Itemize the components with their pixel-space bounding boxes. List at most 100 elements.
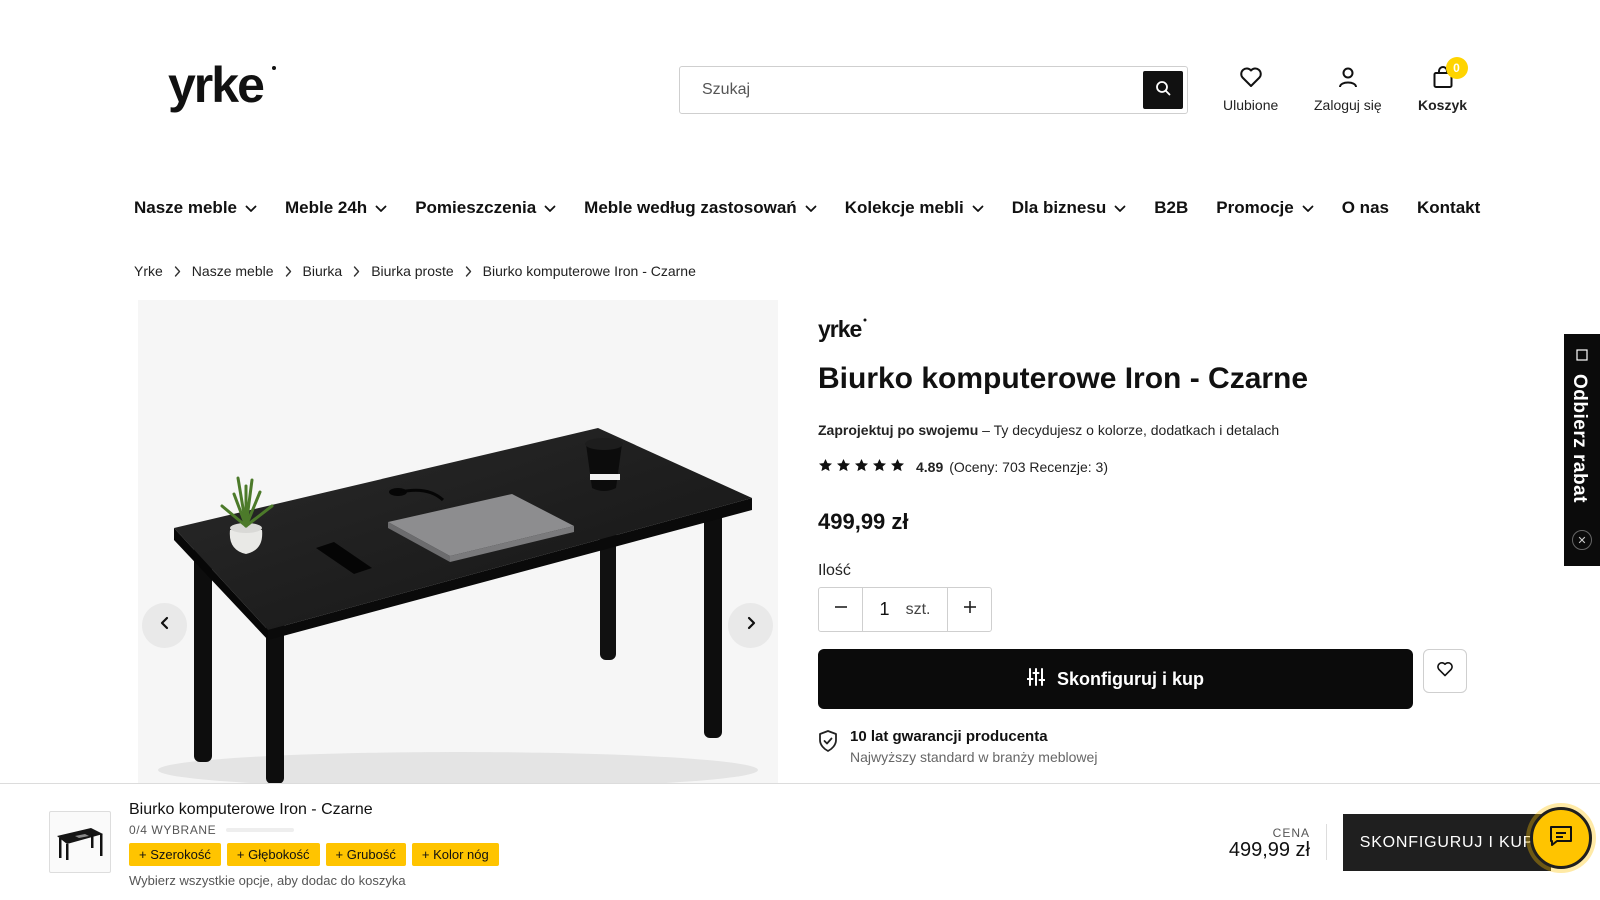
star-icon xyxy=(818,458,836,476)
chevron-left-icon xyxy=(159,616,171,635)
sticky-configure-button[interactable]: SKONFIGURUJ I KUP xyxy=(1343,814,1551,871)
nav-item[interactable]: Dla biznesu xyxy=(1012,198,1126,218)
selection-progress-bar xyxy=(226,828,295,832)
nav-item[interactable]: B2B xyxy=(1154,198,1188,218)
option-chip[interactable]: + Szerokość xyxy=(129,843,221,866)
nav-item[interactable]: Meble 24h xyxy=(285,198,387,218)
nav-item-label: O nas xyxy=(1341,198,1389,217)
heart-icon xyxy=(1239,66,1263,97)
nav-item[interactable]: Kontakt xyxy=(1417,198,1480,218)
product-subtitle-bold: Zaprojektuj po swojemu xyxy=(818,422,979,438)
breadcrumb-item[interactable]: Biurka proste xyxy=(371,263,453,279)
shield-check-icon xyxy=(818,730,838,765)
discount-tab-close-button[interactable]: ✕ xyxy=(1572,530,1592,550)
warranty-title: 10 lat gwarancji producenta xyxy=(850,728,1048,745)
sticky-purchase-bar: Biurko komputerowe Iron - Czarne 0/4 WYB… xyxy=(0,783,1600,900)
brand-logo-text: yrke xyxy=(818,316,862,342)
search-button[interactable] xyxy=(1143,71,1183,109)
option-chip[interactable]: + Głębokość xyxy=(226,843,320,866)
nav-item[interactable]: Nasze meble xyxy=(134,198,257,218)
nav-item-label: B2B xyxy=(1154,198,1189,217)
chevron-right-icon xyxy=(353,265,360,277)
configure-and-buy-button[interactable]: Skonfiguruj i kup xyxy=(818,649,1413,709)
nav-item-label: Meble według zastosowań xyxy=(584,198,797,217)
chat-icon xyxy=(1548,824,1574,853)
star-icon xyxy=(872,458,890,476)
favorites-link[interactable]: Ulubione xyxy=(1223,66,1278,113)
add-to-favorites-button[interactable] xyxy=(1423,649,1467,693)
gallery-prev-button[interactable] xyxy=(142,603,187,648)
option-chips: + Szerokość + Głębokość + Grubość + Kolor n… xyxy=(129,843,505,866)
nav-item[interactable]: Promocje xyxy=(1216,198,1314,218)
cart-link[interactable]: 0 Koszyk xyxy=(1418,57,1468,113)
cart-label: Koszyk xyxy=(1418,97,1468,113)
breadcrumb-item[interactable]: Nasze meble xyxy=(192,263,274,279)
product-image xyxy=(158,428,758,784)
star-icon xyxy=(854,458,872,476)
nav-item[interactable]: O nas xyxy=(1342,198,1389,218)
site-logo[interactable]: yrke xyxy=(168,57,280,118)
chevron-down-icon xyxy=(972,198,984,218)
discount-tab-label: Odbierz rabat xyxy=(1569,374,1590,503)
chevron-down-icon xyxy=(805,198,817,218)
brand-logo: yrke xyxy=(818,316,868,344)
product-rating[interactable]: 4.89 (Oceny: 703 Recenzje: 3) xyxy=(818,458,1108,476)
rating-stars xyxy=(818,458,908,476)
nav-item[interactable]: Kolekcje mebli xyxy=(845,198,984,218)
breadcrumb-item[interactable]: Biurka xyxy=(303,263,343,279)
rating-meta: (Oceny: 703 Recenzje: 3) xyxy=(949,459,1108,475)
option-chip[interactable]: + Grubość xyxy=(325,843,406,866)
quantity-increase-button[interactable] xyxy=(948,588,991,631)
search-input[interactable] xyxy=(702,67,1102,113)
chat-button[interactable] xyxy=(1530,807,1592,869)
quantity-value: 1 xyxy=(879,599,890,619)
chevron-down-icon xyxy=(375,198,387,218)
heart-icon xyxy=(1436,661,1454,682)
chevron-right-icon xyxy=(174,265,181,277)
nav-item[interactable]: Meble według zastosowań xyxy=(584,198,817,218)
nav-item-label: Nasze meble xyxy=(134,198,237,217)
login-label: Zaloguj się xyxy=(1314,97,1382,113)
breadcrumb-item: Biurko komputerowe Iron - Czarne xyxy=(482,263,696,279)
option-chip[interactable]: + Kolor nóg xyxy=(411,843,499,866)
nav-item[interactable]: Pomieszczenia xyxy=(415,198,556,218)
product-gallery xyxy=(138,300,778,784)
configure-and-buy-label: Skonfiguruj i kup xyxy=(1057,668,1204,689)
nav-item-label: Meble 24h xyxy=(285,198,368,217)
main-navigation: Nasze meble Meble 24h Pomieszczenia Meble w… xyxy=(134,198,1508,218)
chevron-right-icon xyxy=(745,616,757,635)
chevron-right-icon xyxy=(465,265,472,277)
minus-icon xyxy=(834,600,848,619)
selection-hint: Wybierz wszystkie opcje, aby dodac do ko… xyxy=(129,873,406,888)
product-thumbnail xyxy=(49,811,111,873)
chevron-down-icon xyxy=(1114,198,1126,218)
sticky-price: 499,99 zł xyxy=(1228,839,1310,861)
quantity-unit: szt. xyxy=(905,600,931,618)
chevron-down-icon xyxy=(544,198,556,218)
product-subtitle-rest: – Ty decydujesz o kolorze, dodatkach i d… xyxy=(978,422,1280,438)
star-icon xyxy=(890,458,908,476)
nav-item-label: Promocje xyxy=(1216,198,1294,217)
quantity-label: Ilość xyxy=(818,562,851,579)
discount-side-tab[interactable]: Odbierz rabat ✕ xyxy=(1564,334,1600,566)
star-icon xyxy=(836,458,854,476)
quantity-decrease-button[interactable] xyxy=(819,588,862,631)
search-box xyxy=(679,66,1188,114)
favorites-label: Ulubione xyxy=(1223,97,1279,113)
nav-item-label: Dla biznesu xyxy=(1011,198,1107,217)
chevron-down-icon xyxy=(245,198,257,218)
warranty-info: 10 lat gwarancji producenta Najwyższy st… xyxy=(818,728,1097,765)
nav-item-label: Kontakt xyxy=(1416,198,1481,217)
product-price: 499,99 zł xyxy=(818,509,909,534)
login-link[interactable]: Zaloguj się xyxy=(1314,66,1382,113)
divider xyxy=(1326,824,1327,860)
nav-item-label: Kolekcje mebli xyxy=(844,198,964,217)
breadcrumb-item[interactable]: Yrke xyxy=(134,263,163,279)
plus-icon xyxy=(963,600,977,619)
quantity-field[interactable]: 1 szt. xyxy=(862,588,948,631)
selection-progress: 0/4 WYBRANE xyxy=(129,823,295,837)
bag-icon: 0 xyxy=(1432,57,1468,97)
gallery-next-button[interactable] xyxy=(728,603,773,648)
chevron-right-icon xyxy=(285,265,292,277)
user-icon xyxy=(1337,66,1359,97)
